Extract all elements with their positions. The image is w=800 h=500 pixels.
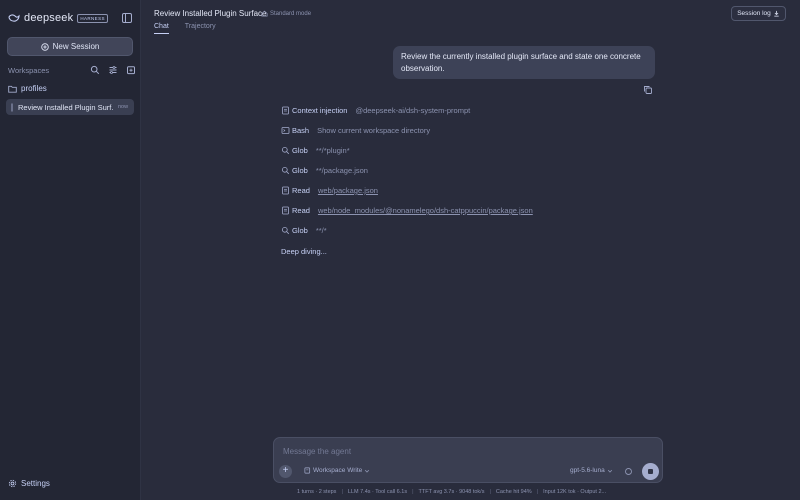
search-icon — [281, 226, 290, 235]
session-log-label: Session log — [737, 10, 771, 17]
page-title: Review Installed Plugin Surface — [154, 9, 267, 18]
tool-call-row[interactable]: Glob **/*plugin* — [281, 146, 350, 155]
permission-label: Workspace Write — [313, 467, 363, 474]
file-link[interactable]: web/node_modules/@nonamelego/dsh-catppuc… — [318, 206, 533, 215]
message-input[interactable] — [283, 445, 583, 457]
edit-doc-icon — [304, 467, 311, 474]
mode-label: Standard mode — [270, 10, 312, 17]
mode-indicator[interactable]: Standard mode — [261, 10, 311, 17]
chevron-down-icon — [607, 469, 612, 473]
doc-icon — [282, 186, 289, 195]
stop-button[interactable] — [642, 463, 659, 480]
status-text: Deep diving... — [281, 247, 327, 256]
tab-bar: Chat Trajectory — [154, 23, 216, 34]
gear-icon — [8, 479, 17, 488]
user-message: Review the currently installed plugin su… — [393, 46, 655, 79]
filter-icon[interactable] — [108, 65, 118, 75]
session-bar-icon — [11, 103, 13, 111]
folder-label: profiles — [21, 84, 47, 93]
sidebar: deepseek HARNESS New Session Workspaces — [0, 0, 141, 500]
tool-call-row[interactable]: Bash Show current workspace directory — [281, 126, 430, 135]
chevron-down-icon — [365, 469, 370, 473]
doc-icon — [282, 106, 289, 115]
tool-name: Bash — [292, 126, 310, 135]
settings-label: Settings — [21, 479, 50, 488]
workspaces-heading: Workspaces — [8, 66, 50, 75]
tab-trajectory[interactable]: Trajectory — [185, 23, 216, 34]
attach-button[interactable]: + — [279, 465, 292, 478]
search-icon — [281, 146, 290, 155]
separator: | — [341, 488, 343, 495]
model-label: gpt-5.6-luna — [570, 467, 605, 474]
workspace-folder[interactable]: profiles — [8, 84, 47, 93]
reasoning-toggle-icon[interactable] — [624, 467, 633, 476]
tool-name: Glob — [292, 166, 308, 175]
session-title: Review Installed Plugin Surf... — [18, 102, 114, 112]
doc-icon — [282, 206, 289, 215]
search-icon — [281, 166, 290, 175]
tool-name: Glob — [292, 146, 308, 155]
new-session-button[interactable]: New Session — [7, 37, 133, 56]
separator: | — [489, 488, 491, 495]
permission-selector[interactable]: Workspace Write — [304, 467, 370, 474]
new-session-label: New Session — [52, 42, 100, 51]
download-icon — [774, 10, 779, 17]
brand-badge: HARNESS — [77, 13, 108, 23]
file-link[interactable]: web/package.json — [318, 186, 378, 195]
tool-argument: **/* — [315, 226, 327, 235]
composer: + Workspace Write gpt-5.6-luna — [273, 437, 663, 483]
session-age: now — [118, 104, 129, 110]
stat-turns: 1 turns · 2 steps — [297, 488, 337, 495]
tool-argument: **/*plugin* — [315, 146, 350, 155]
tool-argument: Show current workspace directory — [317, 126, 431, 135]
tool-call-row[interactable]: Glob **/package.json — [281, 166, 368, 175]
brand[interactable]: deepseek HARNESS — [8, 11, 108, 25]
tool-call-row[interactable]: Glob **/* — [281, 226, 327, 235]
folder-icon — [8, 85, 17, 93]
plus-icon: + — [282, 465, 289, 476]
usage-stats: 1 turns · 2 steps | LLM 7.4s · Tool call… — [297, 487, 637, 496]
copy-icon[interactable] — [643, 85, 653, 95]
tool-name: Read — [292, 186, 310, 195]
session-log-button[interactable]: Session log — [731, 6, 786, 21]
terminal-icon — [281, 127, 290, 134]
brand-name: deepseek — [24, 12, 74, 24]
stat-latency: LLM 7.4s · Tool call 6.1s — [347, 488, 408, 495]
stop-icon — [648, 469, 653, 474]
tool-argument: **/package.json — [315, 166, 368, 175]
separator: | — [536, 488, 539, 495]
tool-call-row[interactable]: Context injection @deepseek-ai/dsh-syste… — [281, 106, 470, 115]
stat-tokens: Input 12K tok · Output 2... — [543, 488, 607, 495]
tool-call-row[interactable]: Read web/node_modules/@nonamelego/dsh-ca… — [281, 206, 533, 215]
tool-name: Glob — [292, 226, 308, 235]
plus-circle-icon — [40, 42, 49, 51]
separator: | — [412, 488, 414, 495]
sidebar-toggle-icon[interactable] — [121, 12, 133, 24]
tab-chat[interactable]: Chat — [154, 23, 169, 34]
model-selector[interactable]: gpt-5.6-luna — [570, 467, 613, 474]
tool-call-row[interactable]: Read web/package.json — [281, 186, 378, 195]
settings-button[interactable]: Settings — [8, 479, 50, 488]
session-item[interactable]: Review Installed Plugin Surf... now — [6, 99, 134, 115]
tool-name: Read — [292, 206, 310, 215]
stat-cache: Cache hit 94% — [495, 488, 532, 495]
whale-logo-icon — [8, 14, 20, 22]
search-icon[interactable] — [90, 65, 100, 75]
tool-name: Context injection — [292, 106, 348, 115]
stat-ttft: TTFT avg 3.7s · 9048 tok/s — [418, 488, 485, 495]
tool-argument: @deepseek-ai/dsh-system-prompt — [355, 106, 471, 115]
new-folder-icon[interactable] — [126, 65, 136, 75]
home-icon — [261, 10, 268, 17]
